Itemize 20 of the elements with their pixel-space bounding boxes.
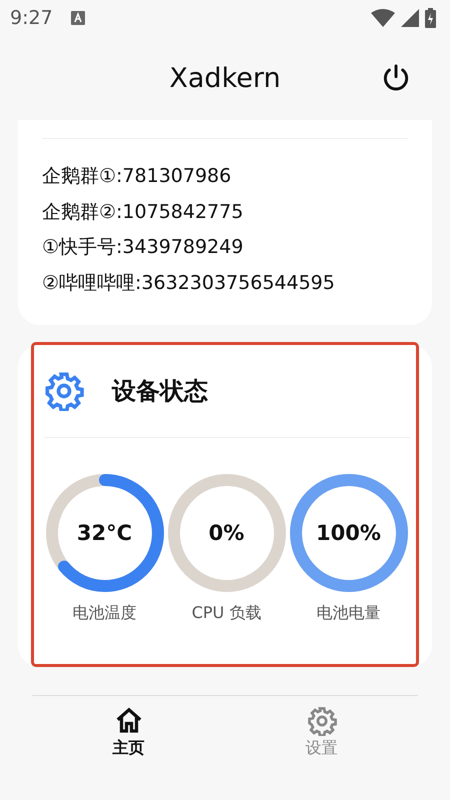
signal-icon [401, 9, 419, 27]
card-title: 设备状态 [112, 376, 208, 407]
battery-icon [425, 8, 436, 28]
gauge-value: 100% [316, 521, 381, 545]
nav-tab[interactable]: 主页 [32, 706, 225, 759]
gauge-label: 电池温度 [72, 603, 136, 624]
notification-icon [70, 11, 85, 25]
gauge-value: 0% [208, 521, 244, 545]
wifi-icon [371, 9, 395, 27]
app-title: Xadkern [169, 62, 281, 94]
contact-text: 企鹅群②:1075842775 [42, 200, 244, 224]
contact-text: ①快手号:3439789249 [42, 235, 244, 260]
settings-icon [44, 371, 84, 411]
gauge-value: 32°C [76, 521, 132, 545]
contact-text: 企鹅群①:781307986 [42, 164, 232, 189]
gauge-label: 电池电量 [316, 603, 380, 624]
settings-icon [306, 706, 336, 736]
status-time: 9:27 [10, 7, 53, 29]
gauge-label: CPU 负载 [192, 603, 262, 624]
contact-text: ②哔哩哔哩:3632303756544595 [42, 270, 336, 296]
